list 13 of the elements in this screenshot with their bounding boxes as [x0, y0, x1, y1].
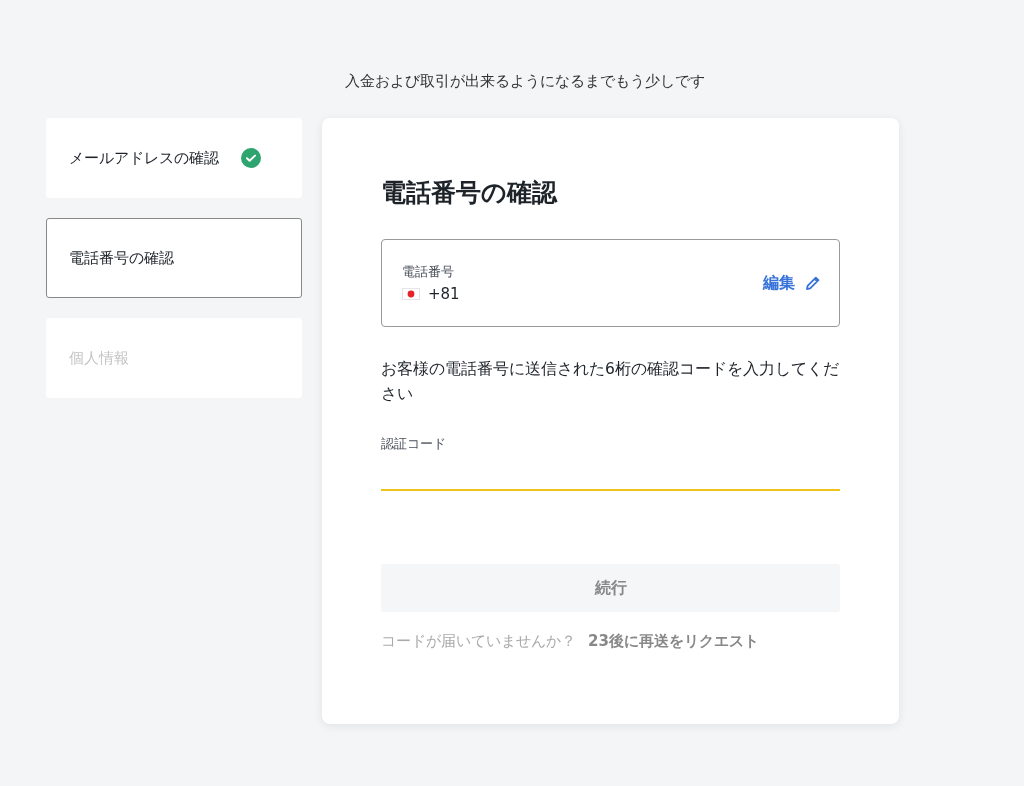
- instruction-text: お客様の電話番号に送信された6桁の確認コードを入力してください: [381, 359, 840, 405]
- pencil-icon: [805, 275, 821, 291]
- resend-link[interactable]: 23後に再送をリクエスト: [588, 632, 759, 651]
- resend-prompt: コードが届いていませんか？: [381, 632, 576, 651]
- step-item[interactable]: 電話番号の確認: [46, 218, 302, 298]
- header-text: 入金および取引が出来るようになるまでもう少しです: [345, 72, 705, 91]
- flag-icon: [402, 288, 420, 300]
- step-item[interactable]: メールアドレスの確認: [46, 118, 302, 198]
- phone-label: 電話番号: [402, 263, 454, 281]
- card-title: 電話番号の確認: [381, 177, 557, 209]
- phone-value: +81: [428, 285, 460, 303]
- code-label: 認証コード: [381, 435, 446, 453]
- edit-button[interactable]: 編集: [763, 272, 821, 294]
